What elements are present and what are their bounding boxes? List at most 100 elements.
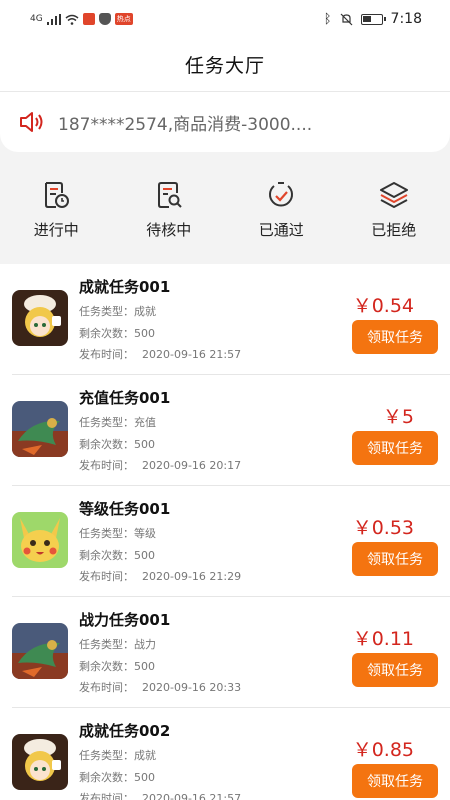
task-thumbnail	[12, 401, 68, 457]
battery-icon	[360, 13, 386, 25]
published-label: 发布时间：	[79, 459, 134, 472]
nav-label: 已通过	[258, 221, 304, 239]
type-label: 任务类型：	[79, 416, 134, 429]
task-price: ￥0.11	[352, 628, 414, 650]
wifi-icon	[65, 14, 79, 25]
remaining-value: 500	[134, 771, 155, 784]
notice-text: 187****2574,商品消费-3000....	[58, 114, 313, 135]
published-value: 2020-09-16 21:57	[142, 348, 242, 361]
task-name: 战力任务001	[79, 611, 171, 629]
published-value: 2020-09-16 21:29	[142, 570, 242, 583]
type-label: 任务类型：	[79, 305, 134, 318]
task-list: 成就任务001 任务类型：成就 剩余次数：500 发布时间： 2020-09-16…	[0, 264, 450, 800]
dragon-warrior-icon	[12, 401, 68, 457]
nav-label: 已拒绝	[371, 221, 417, 239]
task-remaining: 剩余次数：500	[79, 769, 155, 785]
remaining-value: 500	[134, 327, 155, 340]
task-type: 任务类型：成就	[79, 747, 156, 763]
task-name: 等级任务001	[79, 500, 171, 518]
nav-label: 进行中	[33, 221, 79, 239]
task-remaining: 剩余次数：500	[79, 658, 155, 674]
shield-icon	[98, 13, 111, 25]
task-remaining: 剩余次数：500	[79, 325, 155, 341]
remaining-label: 剩余次数：	[79, 660, 134, 673]
type-value: 成就	[134, 749, 156, 762]
task-item[interactable]: 充值任务001 任务类型：充值 剩余次数：500 发布时间： 2020-09-16…	[12, 375, 450, 486]
app-notification-icon	[82, 13, 95, 25]
claim-task-button[interactable]: 领取任务	[352, 431, 438, 465]
remaining-value: 500	[134, 549, 155, 562]
type-label: 任务类型：	[79, 638, 134, 651]
nav-rejected[interactable]: 已拒绝	[338, 152, 450, 262]
remaining-value: 500	[134, 438, 155, 451]
task-remaining: 剩余次数：500	[79, 547, 155, 563]
page-title: 任务大厅	[184, 55, 265, 77]
task-name: 成就任务001	[79, 278, 171, 296]
task-published: 发布时间： 2020-09-16 21:29	[79, 568, 241, 584]
speaker-icon	[20, 112, 43, 132]
check-circle-icon	[269, 182, 294, 207]
task-type: 任务类型：充值	[79, 414, 156, 430]
title-bar: 任务大厅	[0, 38, 450, 92]
status-bar: 4G 热点 ᛒ 7:18	[0, 0, 450, 38]
task-item[interactable]: 等级任务001 任务类型：等级 剩余次数：500 发布时间： 2020-09-16…	[12, 486, 450, 597]
remaining-label: 剩余次数：	[79, 549, 134, 562]
document-clock-icon	[45, 182, 70, 208]
type-value: 充值	[134, 416, 156, 429]
published-value: 2020-09-16 20:33	[142, 681, 242, 694]
published-label: 发布时间：	[79, 681, 134, 694]
published-value: 2020-09-16 20:17	[142, 459, 242, 472]
status-filter-nav: 进行中 待核中 已通过 已拒绝	[0, 152, 450, 262]
layers-icon	[379, 182, 408, 208]
nav-in-progress[interactable]: 进行中	[0, 152, 113, 262]
published-label: 发布时间：	[79, 348, 134, 361]
task-item[interactable]: 战力任务001 任务类型：战力 剩余次数：500 发布时间： 2020-09-16…	[12, 597, 450, 708]
task-published: 发布时间： 2020-09-16 21:57	[79, 346, 241, 362]
remaining-label: 剩余次数：	[79, 327, 134, 340]
published-label: 发布时间：	[79, 570, 134, 583]
type-label: 任务类型：	[79, 527, 134, 540]
task-published: 发布时间： 2020-09-16 20:33	[79, 679, 241, 695]
notice-bar[interactable]: 187****2574,商品消费-3000....	[0, 92, 450, 152]
task-item[interactable]: 成就任务001 任务类型：成就 剩余次数：500 发布时间： 2020-09-16…	[12, 264, 450, 375]
task-published: 发布时间： 2020-09-16 20:17	[79, 457, 241, 473]
task-thumbnail	[12, 290, 68, 346]
document-search-icon	[157, 182, 182, 208]
claim-task-button[interactable]: 领取任务	[352, 653, 438, 687]
remaining-value: 500	[134, 660, 155, 673]
remaining-label: 剩余次数：	[79, 438, 134, 451]
published-value: 2020-09-16 21:57	[142, 792, 242, 800]
bluetooth-icon: ᛒ	[323, 11, 332, 27]
task-published: 发布时间： 2020-09-16 21:57	[79, 790, 241, 800]
network-label: 4G	[30, 14, 43, 24]
clock: 7:18	[390, 11, 422, 27]
task-price: ￥0.53	[352, 517, 414, 539]
claim-task-button[interactable]: 领取任务	[352, 764, 438, 798]
bell-muted-icon	[340, 13, 352, 25]
task-type: 任务类型：战力	[79, 636, 156, 652]
type-value: 等级	[134, 527, 156, 540]
nav-pending[interactable]: 待核中	[113, 152, 226, 262]
task-price: ￥0.85	[352, 739, 414, 761]
hotspot-badge: 热点	[114, 13, 133, 25]
task-thumbnail	[12, 623, 68, 679]
task-remaining: 剩余次数：500	[79, 436, 155, 452]
remaining-label: 剩余次数：	[79, 771, 134, 784]
type-value: 成就	[134, 305, 156, 318]
yellow-creature-icon	[12, 512, 68, 568]
status-left: 4G 热点	[30, 13, 133, 25]
task-price: ￥0.54	[352, 295, 414, 317]
task-name: 成就任务002	[79, 722, 171, 740]
published-label: 发布时间：	[79, 792, 134, 800]
claim-task-button[interactable]: 领取任务	[352, 542, 438, 576]
dragon-warrior-icon	[12, 623, 68, 679]
claim-task-button[interactable]: 领取任务	[352, 320, 438, 354]
task-type: 任务类型：成就	[79, 303, 156, 319]
type-label: 任务类型：	[79, 749, 134, 762]
task-thumbnail	[12, 734, 68, 790]
task-name: 充值任务001	[79, 389, 171, 407]
task-type: 任务类型：等级	[79, 525, 156, 541]
nav-approved[interactable]: 已通过	[225, 152, 338, 262]
task-item[interactable]: 成就任务002 任务类型：成就 剩余次数：500 发布时间： 2020-09-16…	[12, 708, 450, 800]
status-right: ᛒ 7:18	[324, 11, 422, 27]
